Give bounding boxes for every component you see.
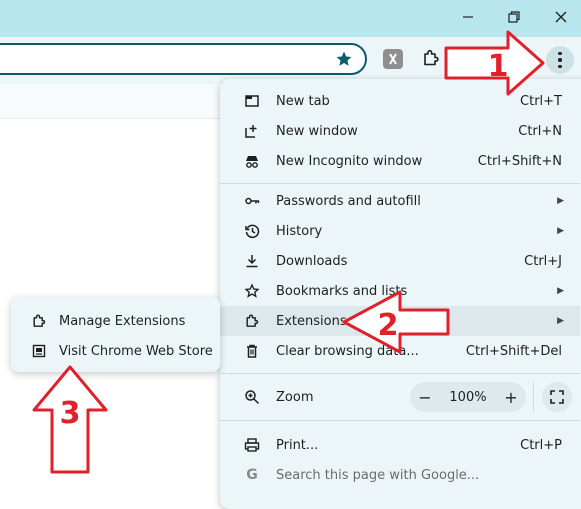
zoom-divider xyxy=(533,382,534,412)
menu-item-zoom: Zoom xyxy=(220,382,580,412)
menu-item-label: Downloads xyxy=(276,253,348,269)
menu-item-downloads[interactable]: Downloads Ctrl+J xyxy=(220,246,580,276)
menu-item-label: Bookmarks and lists xyxy=(276,283,408,299)
menu-item-label: Extensions xyxy=(276,313,347,329)
menu-item-new-tab[interactable]: New tab Ctrl+T xyxy=(220,86,580,116)
address-bar[interactable] xyxy=(0,43,367,75)
puzzle-icon[interactable] xyxy=(421,48,441,72)
menu-item-label: New Incognito window xyxy=(276,153,423,169)
zoom-in-button[interactable]: + xyxy=(496,382,526,412)
new-window-icon xyxy=(244,123,260,139)
menu-item-shortcut: Ctrl+Shift+N xyxy=(477,153,562,169)
menu-item-shortcut: Ctrl+N xyxy=(518,123,562,139)
chrome-menu: New tab Ctrl+T New window Ctrl+N New Inc… xyxy=(220,79,581,509)
trash-icon xyxy=(244,343,260,359)
menu-item-label: History xyxy=(276,223,323,239)
zoom-level: 100% xyxy=(449,389,487,405)
restore-icon xyxy=(508,11,520,23)
menu-item-history[interactable]: History ▶ xyxy=(220,216,580,246)
zoom-icon xyxy=(244,389,260,405)
incognito-icon xyxy=(244,153,260,169)
extensions-submenu: Manage Extensions Visit Chrome Web Store xyxy=(11,297,220,372)
menu-item-clear-browsing-data[interactable]: Clear browsing data... Ctrl+Shift+Del xyxy=(220,336,580,366)
chevron-right-icon: ▶ xyxy=(557,196,564,206)
menu-divider xyxy=(220,420,580,421)
menu-item-passwords[interactable]: Passwords and autofill ▶ xyxy=(220,186,580,216)
title-bar xyxy=(0,0,581,37)
chevron-right-icon: ▶ xyxy=(557,316,564,326)
zoom-label: Zoom xyxy=(276,389,314,405)
extension-icon[interactable] xyxy=(383,49,403,69)
menu-icon[interactable] xyxy=(546,46,574,74)
puzzle-icon xyxy=(31,313,47,329)
store-icon xyxy=(31,343,47,359)
star-icon[interactable] xyxy=(335,50,353,68)
star-icon xyxy=(244,283,260,299)
menu-item-label: Clear browsing data... xyxy=(276,343,419,359)
close-icon xyxy=(555,11,567,23)
menu-item-shortcut: Ctrl+J xyxy=(524,253,562,269)
menu-item-search-page[interactable]: G Search this page with Google... xyxy=(220,460,580,490)
menu-item-print[interactable]: Print... Ctrl+P xyxy=(220,430,580,460)
menu-item-new-window[interactable]: New window Ctrl+N xyxy=(220,116,580,146)
new-tab-icon xyxy=(244,93,260,109)
step-3-arrow: 3 xyxy=(32,365,108,474)
menu-item-bookmarks[interactable]: Bookmarks and lists ▶ xyxy=(220,276,580,306)
submenu-item-label: Visit Chrome Web Store xyxy=(59,343,213,359)
chevron-right-icon: ▶ xyxy=(557,286,564,296)
download-icon xyxy=(244,253,260,269)
google-icon: G xyxy=(246,467,258,483)
zoom-out-button[interactable]: − xyxy=(410,382,440,412)
menu-item-label: Search this page with Google... xyxy=(276,467,480,483)
submenu-item-manage-extensions[interactable]: Manage Extensions xyxy=(11,306,220,336)
minimize-button[interactable] xyxy=(448,4,488,30)
zoom-control: − 100% + xyxy=(410,382,526,412)
submenu-item-web-store[interactable]: Visit Chrome Web Store xyxy=(11,336,220,366)
page-strip xyxy=(0,84,220,119)
toolbar xyxy=(0,37,581,84)
puzzle-icon xyxy=(244,313,260,329)
menu-item-label: New tab xyxy=(276,93,330,109)
fullscreen-button[interactable] xyxy=(542,382,572,412)
fullscreen-icon xyxy=(550,390,564,404)
menu-item-shortcut: Ctrl+T xyxy=(520,93,562,109)
submenu-item-label: Manage Extensions xyxy=(59,313,186,329)
menu-divider xyxy=(220,183,580,184)
print-icon xyxy=(244,437,260,453)
restore-button[interactable] xyxy=(494,4,534,30)
menu-item-shortcut: Ctrl+P xyxy=(520,437,562,453)
close-button[interactable] xyxy=(541,4,581,30)
menu-item-extensions[interactable]: Extensions ▶ xyxy=(220,306,580,336)
chevron-right-icon: ▶ xyxy=(557,226,564,236)
menu-item-label: Passwords and autofill xyxy=(276,193,421,209)
menu-item-label: New window xyxy=(276,123,358,139)
menu-item-new-incognito[interactable]: New Incognito window Ctrl+Shift+N xyxy=(220,146,580,176)
key-icon xyxy=(244,193,260,209)
step-3-number: 3 xyxy=(60,396,81,431)
menu-item-label: Print... xyxy=(276,437,319,453)
history-icon xyxy=(244,223,260,239)
minimize-icon xyxy=(463,16,473,18)
menu-divider xyxy=(220,373,580,374)
menu-item-shortcut: Ctrl+Shift+Del xyxy=(465,343,562,359)
